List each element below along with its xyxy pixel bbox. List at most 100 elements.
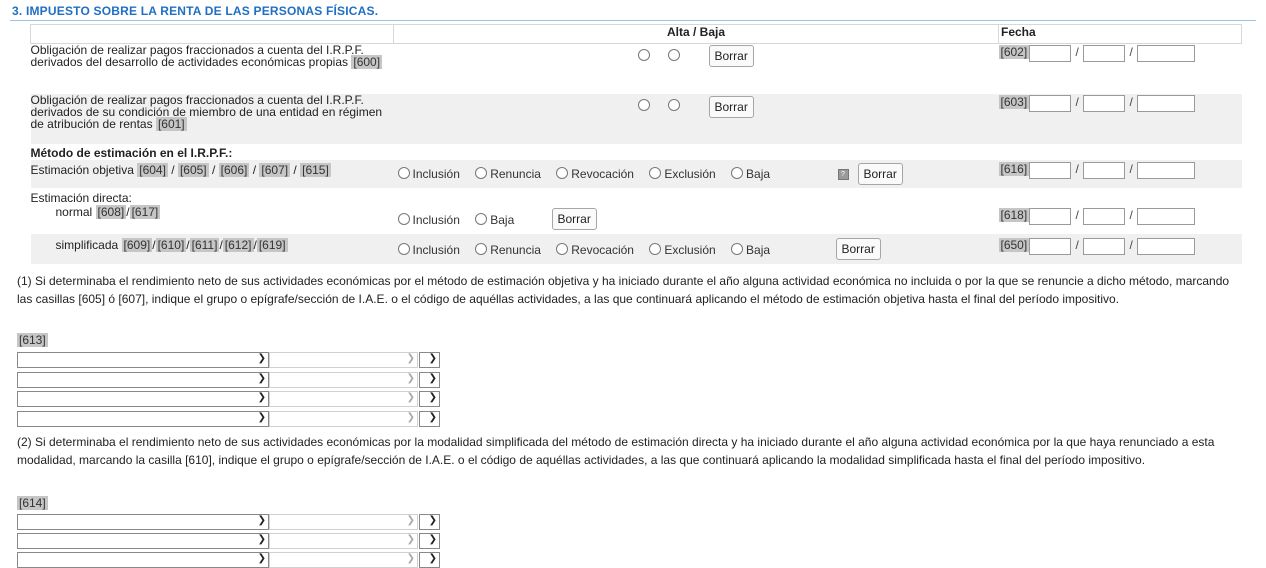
grupo-select[interactable]: ❯ (17, 411, 269, 427)
row-600: Obligación de realizar pagos fraccionado… (31, 44, 1242, 94)
epigrafe-select[interactable]: ❯ (269, 533, 418, 549)
simplificada-option-inclusion[interactable]: Inclusión (397, 242, 460, 257)
chevron-down-icon: ❯ (257, 515, 266, 526)
baja-radio-600[interactable] (667, 49, 680, 61)
seccion-select[interactable]: ❯ (419, 352, 440, 368)
simplificada-option-exclusion[interactable]: Exclusión (649, 242, 716, 257)
radio-icon[interactable] (475, 212, 488, 225)
chevron-down-icon: ❯ (428, 392, 437, 403)
objetiva-option-renuncia[interactable]: Renuncia (475, 166, 541, 181)
seccion-select[interactable]: ❯ (419, 391, 440, 407)
month-input-603[interactable] (1083, 94, 1126, 112)
day-input-650[interactable] (1029, 237, 1072, 255)
month-input-616[interactable] (1083, 161, 1126, 179)
row-simplificada: simplificada [609] / [610] / [611] / [612] / [61… (30, 233, 1242, 264)
alta-radio-601[interactable] (637, 98, 650, 111)
objetiva-option-revocacion[interactable]: Revocación (556, 166, 634, 181)
chevron-down-icon: ❯ (257, 553, 266, 564)
radio-icon[interactable] (731, 242, 744, 255)
epigrafe-select[interactable]: ❯ (269, 372, 418, 388)
epigrafe-select[interactable]: ❯ (269, 352, 418, 368)
code-601: [601] (155, 116, 187, 131)
date-602: [602] / / (998, 44, 1242, 65)
year-input-602[interactable] (1137, 45, 1196, 62)
objetiva-option-inclusion[interactable]: Inclusión (397, 166, 460, 181)
chevron-down-icon: ❯ (428, 515, 437, 526)
radio-icon[interactable] (649, 242, 662, 255)
grupo-select[interactable]: ❯ (17, 514, 269, 530)
grupo-select[interactable]: ❯ (17, 372, 269, 388)
day-input-616[interactable] (1029, 161, 1072, 179)
code-606: [606] (218, 162, 250, 177)
borrar-button-600[interactable]: Borrar (708, 45, 754, 67)
radio-icon[interactable] (475, 166, 488, 179)
day-input-603[interactable] (1029, 94, 1072, 112)
borrar-button-simplificada[interactable]: Borrar (835, 237, 881, 260)
code-650: [650] (998, 237, 1030, 252)
date-618: [618] / / (998, 204, 1242, 228)
radio-icon[interactable] (475, 242, 488, 255)
radio-icon[interactable] (556, 166, 569, 179)
chevron-down-icon: ❯ (257, 353, 266, 364)
code-605: [605] (177, 162, 209, 177)
code-618: [618] (998, 207, 1030, 222)
objetiva-option-baja[interactable]: Baja (731, 166, 770, 181)
epigrafe-select[interactable]: ❯ (269, 514, 418, 530)
epigrafe-select[interactable]: ❯ (269, 411, 418, 427)
borrar-button-601[interactable]: Borrar (708, 95, 754, 118)
chevron-down-icon: ❯ (257, 534, 266, 545)
radio-icon[interactable] (397, 212, 410, 225)
alta-radio-600[interactable] (637, 49, 650, 61)
year-input-616[interactable] (1137, 161, 1196, 179)
chevron-down-icon: ❯ (428, 353, 437, 364)
grupo-select[interactable]: ❯ (17, 552, 269, 568)
help-icon[interactable]: ? (837, 168, 849, 180)
month-input-602[interactable] (1083, 45, 1126, 62)
day-input-618[interactable] (1029, 207, 1072, 225)
epigrafe-select[interactable]: ❯ (269, 552, 418, 568)
normal-option-baja[interactable]: Baja (475, 212, 514, 227)
grupo-select[interactable]: ❯ (17, 352, 269, 368)
radio-icon[interactable] (397, 242, 410, 255)
radio-icon[interactable] (556, 242, 569, 255)
year-input-618[interactable] (1137, 207, 1196, 225)
note-1: (1) Si determinaba el rendimiento neto d… (17, 274, 1230, 306)
radio-icon[interactable] (397, 166, 410, 179)
baja-radio-601[interactable] (667, 98, 680, 111)
grupo-select[interactable]: ❯ (17, 533, 269, 549)
month-input-618[interactable] (1083, 207, 1126, 225)
year-input-650[interactable] (1137, 237, 1196, 255)
year-input-603[interactable] (1137, 94, 1196, 112)
chevron-down-icon: ❯ (257, 373, 266, 384)
note-2: (2) Si determinaba el rendimiento neto d… (17, 435, 1215, 467)
simplificada-option-baja[interactable]: Baja (731, 242, 770, 257)
epigrafe-select[interactable]: ❯ (269, 391, 418, 407)
metodo-title: Método de estimación en el I.R.P.F.: (30, 145, 233, 160)
borrar-button-normal[interactable]: Borrar (551, 207, 597, 230)
row-normal: normal [608] / [617] Inclusión Baja Borrar… (31, 204, 1242, 234)
chevron-down-icon: ❯ (406, 553, 415, 564)
seccion-select[interactable]: ❯ (419, 411, 440, 427)
radio-icon[interactable] (649, 166, 662, 179)
day-input-602[interactable] (1029, 45, 1072, 62)
chevron-down-icon: ❯ (428, 553, 437, 564)
section-title: 3. IMPUESTO SOBRE LA RENTA DE LAS PERSON… (12, 4, 379, 18)
borrar-button-objetiva[interactable]: Borrar (857, 162, 903, 185)
metodo-row: Método de estimación en el I.R.P.F.: (31, 144, 1242, 160)
grupo-select[interactable]: ❯ (17, 391, 269, 407)
code-600: [600] (351, 55, 383, 69)
objetiva-option-exclusion[interactable]: Exclusión (649, 166, 716, 181)
header-alta-baja: Alta / Baja (393, 24, 999, 44)
simplificada-option-revocacion[interactable]: Revocación (556, 242, 634, 257)
simplificada-option-renuncia[interactable]: Renuncia (475, 242, 541, 257)
normal-option-inclusion[interactable]: Inclusión (397, 212, 460, 227)
seccion-select[interactable]: ❯ (419, 552, 440, 568)
seccion-select[interactable]: ❯ (419, 514, 440, 530)
seccion-select[interactable]: ❯ (419, 533, 440, 549)
chevron-down-icon: ❯ (257, 412, 266, 423)
month-input-650[interactable] (1083, 237, 1126, 255)
radio-icon[interactable] (731, 166, 744, 179)
table-header: Alta / Baja Fecha (30, 24, 1242, 44)
seccion-select[interactable]: ❯ (419, 372, 440, 388)
chevron-down-icon: ❯ (428, 534, 437, 545)
